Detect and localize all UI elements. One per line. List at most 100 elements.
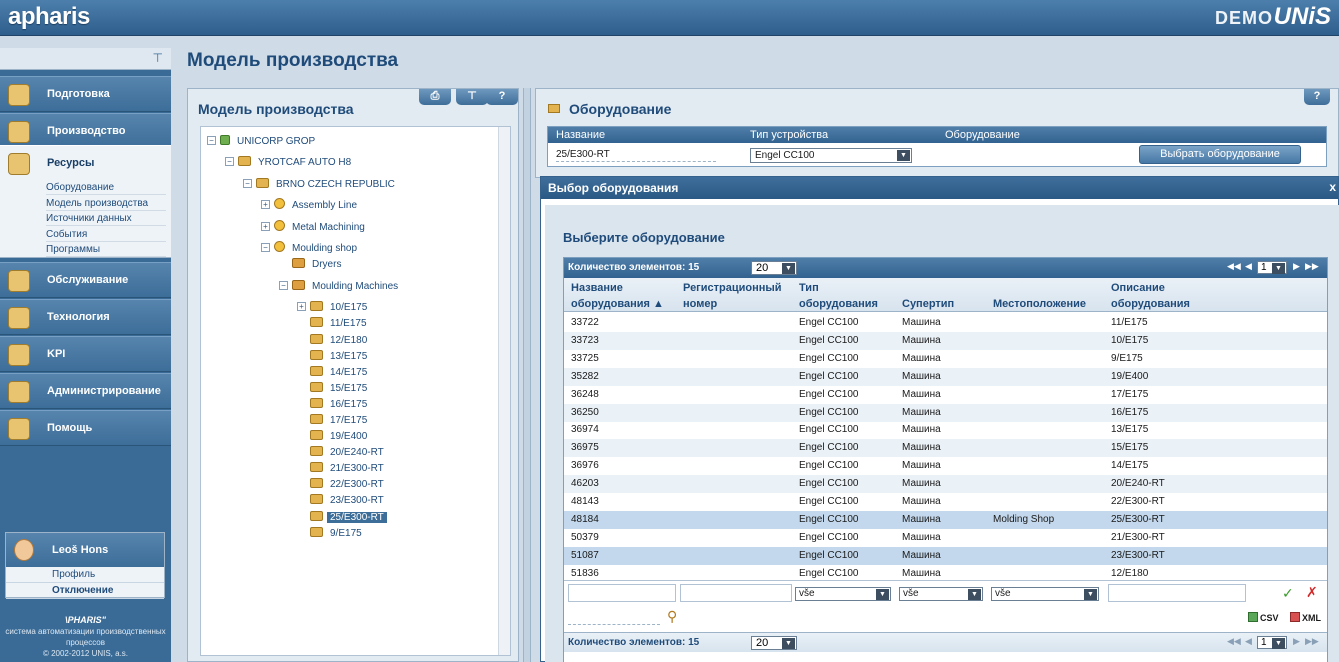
menu-item-5[interactable]: KPI: [0, 336, 171, 372]
prev-page-icon[interactable]: ◀: [1245, 636, 1252, 647]
export-csv-button[interactable]: CSV: [1248, 612, 1279, 623]
prev-page-icon[interactable]: ◀: [1245, 261, 1252, 272]
page-select[interactable]: 1 ▼: [1257, 261, 1287, 274]
next-page-icon[interactable]: ▶: [1293, 261, 1300, 272]
tree-node[interactable]: 20/E240-RT: [297, 445, 387, 461]
table-row[interactable]: 36248 Engel CC100 Машина 17/E175: [564, 386, 1327, 404]
collapse-icon[interactable]: −: [243, 179, 252, 188]
table-row[interactable]: 36974 Engel CC100 Машина 13/E175: [564, 421, 1327, 439]
tree-node[interactable]: − BRNO CZECH REPUBLIC: [243, 177, 398, 193]
device-type-select[interactable]: Engel CC100 ▼: [750, 148, 912, 163]
table-row[interactable]: 48143 Engel CC100 Машина 22/E300-RT: [564, 493, 1327, 511]
tree-node[interactable]: − UNICORP GROP: [207, 134, 318, 150]
chevron-down-icon[interactable]: ▼: [968, 589, 981, 600]
pin-button[interactable]: ⊤: [456, 89, 488, 105]
tree-scrollbar[interactable]: [498, 127, 510, 655]
menu-item-1[interactable]: Производство: [0, 113, 171, 149]
tree-node[interactable]: − YROTCAF AUTO H8: [225, 155, 354, 171]
table-row[interactable]: 33725 Engel CC100 Машина 9/E175: [564, 350, 1327, 368]
first-page-icon[interactable]: ◀◀: [1227, 261, 1241, 272]
menu-item-6[interactable]: Администрирование: [0, 373, 171, 409]
table-row[interactable]: 36250 Engel CC100 Машина 16/E175: [564, 403, 1327, 422]
filter-reg-input[interactable]: [680, 584, 792, 602]
panel-splitter[interactable]: [523, 88, 531, 662]
chevron-down-icon[interactable]: ▼: [782, 638, 795, 649]
tree-node[interactable]: Dryers: [279, 257, 344, 273]
tree-node[interactable]: 23/E300-RT: [297, 493, 387, 509]
table-row[interactable]: 51087 Engel CC100 Машина 23/E300-RT: [564, 546, 1327, 565]
next-page-icon[interactable]: ▶: [1293, 636, 1300, 647]
column-header[interactable]: Регистрационный номер: [683, 280, 782, 312]
page-size-select[interactable]: 20 ▼: [751, 261, 797, 275]
tree-node[interactable]: 17/E175: [297, 413, 370, 429]
tree-node[interactable]: + Metal Machining: [261, 220, 368, 236]
filter-type-select[interactable]: vše ▼: [795, 587, 891, 601]
submenu-item-3[interactable]: События: [46, 227, 166, 242]
menu-item-2[interactable]: Ресурсы: [0, 145, 171, 181]
tree-node[interactable]: 14/E175: [297, 365, 370, 381]
pin-icon[interactable]: ⊤: [153, 51, 163, 65]
submenu-item-0[interactable]: Оборудование: [46, 180, 166, 195]
tree-node[interactable]: 21/E300-RT: [297, 461, 387, 477]
page-select-bottom[interactable]: 1 ▼: [1257, 636, 1287, 649]
tree-node[interactable]: 25/E300-RT: [297, 510, 387, 526]
menu-item-7[interactable]: Помощь: [0, 410, 171, 446]
menu-item-0[interactable]: Подготовка: [0, 76, 171, 112]
column-header[interactable]: Описание оборудования: [1111, 280, 1190, 312]
close-icon[interactable]: x: [1329, 180, 1336, 194]
tree-node[interactable]: − Moulding Machines: [279, 279, 401, 295]
chevron-down-icon[interactable]: ▼: [1084, 589, 1097, 600]
column-header[interactable]: Местоположение: [993, 280, 1086, 312]
expand-icon[interactable]: +: [261, 200, 270, 209]
table-row[interactable]: 48184 Engel CC100 Машина Molding Shop 25/E30…: [564, 510, 1327, 529]
equipment-help-button[interactable]: ?: [1304, 89, 1330, 105]
submenu-item-2[interactable]: Источники данных: [46, 211, 166, 226]
tree-node[interactable]: + Assembly Line: [261, 198, 360, 214]
expand-icon[interactable]: +: [261, 222, 270, 231]
tree-node[interactable]: +10/E175: [297, 300, 370, 316]
collapse-icon[interactable]: −: [207, 136, 216, 145]
tree-node[interactable]: 11/E175: [297, 316, 370, 332]
search-icon[interactable]: ⚲: [667, 608, 677, 625]
chevron-down-icon[interactable]: ▼: [1272, 638, 1285, 649]
submenu-item-1[interactable]: Модель производства: [46, 196, 166, 211]
chevron-down-icon[interactable]: ▼: [897, 150, 910, 161]
column-header[interactable]: Супертип: [902, 280, 954, 312]
export-xml-button[interactable]: XML: [1290, 612, 1321, 623]
help-button[interactable]: ?: [486, 89, 518, 105]
table-row[interactable]: 46203 Engel CC100 Машина 20/E240-RT: [564, 475, 1327, 494]
filter-location-select[interactable]: vše ▼: [991, 587, 1099, 601]
filter-description-input[interactable]: [1108, 584, 1246, 602]
menu-item-3[interactable]: Обслуживание: [0, 262, 171, 298]
tree-node[interactable]: 22/E300-RT: [297, 477, 387, 493]
table-row[interactable]: 35282 Engel CC100 Машина 19/E400: [564, 367, 1327, 386]
profile-link[interactable]: Профиль: [6, 567, 164, 583]
collapse-icon[interactable]: −: [279, 281, 288, 290]
first-page-icon[interactable]: ◀◀: [1227, 636, 1241, 647]
tree-node[interactable]: 12/E180: [297, 333, 370, 349]
print-button[interactable]: ⎙: [419, 89, 451, 105]
tree-node[interactable]: 16/E175: [297, 397, 370, 413]
menu-item-4[interactable]: Технология: [0, 299, 171, 335]
tree-node[interactable]: 13/E175: [297, 349, 370, 365]
column-header[interactable]: Тип оборудования: [799, 280, 878, 312]
tree-node[interactable]: − Moulding shop: [261, 241, 360, 257]
clear-filter-icon[interactable]: ✗: [1306, 584, 1318, 601]
table-row[interactable]: 33723 Engel CC100 Машина 10/E175: [564, 331, 1327, 350]
chevron-down-icon[interactable]: ▼: [876, 589, 889, 600]
table-row[interactable]: 36975 Engel CC100 Машина 15/E175: [564, 439, 1327, 458]
collapse-icon[interactable]: −: [261, 243, 270, 252]
table-row[interactable]: 50379 Engel CC100 Машина 21/E300-RT: [564, 529, 1327, 547]
filter-supertype-select[interactable]: vše ▼: [899, 587, 983, 601]
expand-icon[interactable]: +: [297, 302, 306, 311]
tree-node[interactable]: 15/E175: [297, 381, 370, 397]
table-row[interactable]: 33722 Engel CC100 Машина 11/E175: [564, 314, 1327, 332]
collapse-icon[interactable]: −: [225, 157, 234, 166]
submenu-item-4[interactable]: Программы: [46, 242, 166, 257]
chevron-down-icon[interactable]: ▼: [1272, 263, 1285, 274]
select-equipment-button[interactable]: Выбрать оборудование: [1139, 145, 1301, 164]
last-page-icon[interactable]: ▶▶: [1305, 261, 1319, 272]
tree-node[interactable]: 9/E175: [297, 526, 365, 542]
logout-link[interactable]: Отключение: [6, 583, 164, 599]
column-header[interactable]: Название оборудования ▲: [571, 280, 664, 312]
